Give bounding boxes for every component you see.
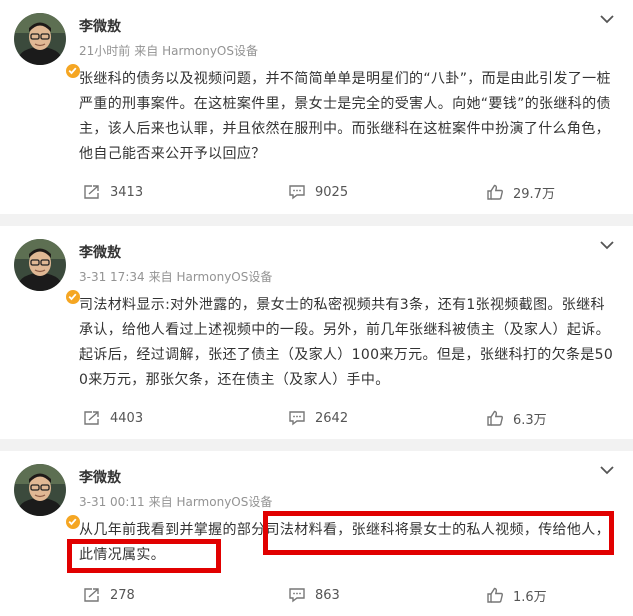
share-button[interactable]: 3413 (83, 180, 143, 204)
post-source: 来自 HarmonyOS设备 (134, 44, 258, 58)
post-meta: 21小时前 来自 HarmonyOS设备 (79, 42, 258, 59)
post-text: 张继科的债务以及视频问题，并不简简单单是明星们的“八卦”，而是由此引发了一桩严重… (79, 71, 611, 162)
post-meta: 3-31 00:11 来自 HarmonyOS设备 (79, 493, 272, 510)
post-time[interactable]: 3-31 17:34 (79, 270, 145, 284)
avatar[interactable] (14, 464, 81, 530)
post-source: 来自 HarmonyOS设备 (148, 495, 273, 509)
like-icon (487, 587, 503, 603)
post-card: 李微敖 3-31 17:34 来自 HarmonyOS设备 司法材料显示:对外泄露… (0, 226, 633, 439)
post-actions: 4403 2642 6.3万 (0, 406, 633, 430)
share-count: 3413 (110, 184, 144, 200)
like-button[interactable]: 6.3万 (486, 406, 547, 430)
comment-count: 9025 (315, 184, 349, 200)
post-text: 从几年前我看到并掌握的部分司法材料看，张继科将景女士的私人视频，传给他人，此情况… (79, 522, 610, 563)
like-icon (487, 184, 503, 200)
author-name[interactable]: 李微敖 (79, 16, 121, 36)
share-icon (84, 185, 99, 199)
share-icon (84, 411, 99, 425)
chevron-down-icon[interactable] (599, 463, 615, 477)
chevron-down-icon[interactable] (599, 238, 615, 252)
like-icon (487, 410, 503, 426)
post-time[interactable]: 21小时前 (79, 44, 130, 58)
comment-icon (289, 411, 305, 426)
comment-button[interactable]: 9025 (288, 180, 348, 204)
share-count: 278 (110, 587, 135, 603)
post-source: 来自 HarmonyOS设备 (148, 270, 273, 284)
post-actions: 3413 9025 29.7万 (0, 180, 633, 204)
post-time[interactable]: 3-31 00:11 (79, 495, 145, 509)
author-name[interactable]: 李微敖 (79, 467, 121, 487)
weibo-feed: 李微敖 21小时前 来自 HarmonyOS设备 张继科的债务以及视频问题，并不简… (0, 0, 633, 616)
post-card: 李微敖 21小时前 来自 HarmonyOS设备 张继科的债务以及视频问题，并不简… (0, 0, 633, 214)
chevron-down-icon[interactable] (599, 12, 615, 26)
avatar[interactable] (14, 13, 81, 79)
comment-button[interactable]: 2642 (288, 406, 348, 430)
avatar[interactable] (14, 239, 81, 305)
comment-icon (289, 588, 305, 603)
like-count: 6.3万 (513, 412, 547, 428)
post-actions: 278 863 1.6万 (0, 583, 633, 607)
like-count: 1.6万 (513, 589, 547, 605)
share-button[interactable]: 4403 (83, 406, 143, 430)
share-icon (84, 588, 99, 602)
post-card: 李微敖 3-31 00:11 来自 HarmonyOS设备 从几年前我看到并掌握的… (0, 451, 633, 616)
post-meta: 3-31 17:34 来自 HarmonyOS设备 (79, 268, 272, 285)
like-button[interactable]: 29.7万 (486, 180, 555, 204)
comment-icon (289, 185, 305, 200)
comment-count: 2642 (315, 410, 349, 426)
comment-button[interactable]: 863 (288, 583, 340, 607)
like-button[interactable]: 1.6万 (486, 583, 547, 607)
like-count: 29.7万 (513, 186, 555, 202)
post-text: 司法材料显示:对外泄露的，景女士的私密视频共有3条，还有1张视频截图。张继科承认… (79, 297, 614, 388)
share-button[interactable]: 278 (83, 583, 135, 607)
share-count: 4403 (110, 410, 144, 426)
comment-count: 863 (315, 587, 340, 603)
author-name[interactable]: 李微敖 (79, 242, 121, 262)
